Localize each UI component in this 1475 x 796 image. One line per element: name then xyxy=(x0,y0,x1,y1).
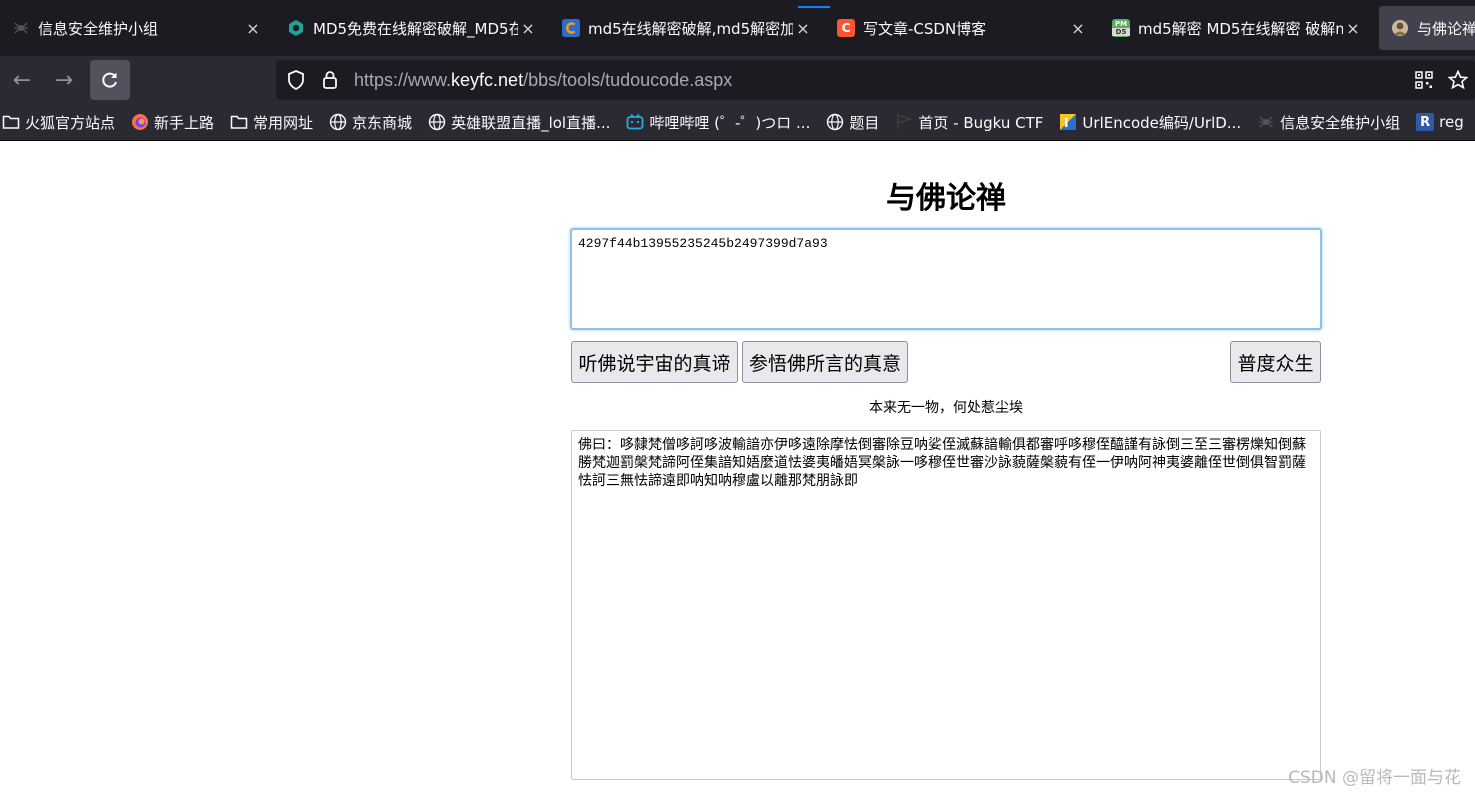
back-arrow-icon[interactable]: ← xyxy=(2,60,42,100)
bookmark-folder-firefox-official[interactable]: 火狐官方站点 xyxy=(0,112,121,133)
folder-icon xyxy=(230,113,248,131)
page-content: 与佛论禅 4297f44b13955235245b2497399d7a93 听佛… xyxy=(0,141,1475,796)
tab-pmd5[interactable]: PM D5 md5解密 MD5在线解密 破解m × xyxy=(1100,6,1375,50)
reload-icon[interactable] xyxy=(90,60,130,100)
lock-icon[interactable] xyxy=(320,70,340,90)
url-text[interactable]: https://www.keyfc.net/bbs/tools/tudoucod… xyxy=(354,70,732,91)
bookmark-bilibili[interactable]: 哔哩哔哩 (゜-゜)つロ ... xyxy=(624,112,816,133)
bookmark-problems[interactable]: 题目 xyxy=(824,112,885,133)
globe-icon xyxy=(428,113,446,131)
bookmarks-toolbar: 火狐官方站点 新手上路 常用网址 京东商城 英雄联盟直播_lol直播... 哔哩… xyxy=(0,104,1475,141)
bookmark-label: 首页 - Bugku CTF xyxy=(918,113,1044,132)
qr-code-icon[interactable] xyxy=(1407,71,1441,89)
navigation-toolbar: ← → https://www.keyfc.net/bbs/tools/tudo… xyxy=(0,56,1475,104)
spider-icon xyxy=(12,19,30,37)
decode-button[interactable]: 听佛说宇宙的真谛 xyxy=(571,341,738,383)
bookmark-label: 哔哩哔哩 (゜-゜)つロ ... xyxy=(649,113,811,132)
bookmark-label: 英雄联盟直播_lol直播... xyxy=(451,113,611,132)
csdn-icon: C xyxy=(837,19,855,37)
tab-strip: 信息安全维护小组 × MD5免费在线解密破解_MD5在 × md5在线解密破解,… xyxy=(0,0,1475,56)
spider-icon xyxy=(1257,113,1275,131)
bookmark-urlencode[interactable]: UrlEncode编码/UrlD... xyxy=(1057,112,1247,133)
tab-title: 写文章-CSDN博客 xyxy=(863,19,987,38)
bookmark-info-security[interactable]: 信息安全维护小组 xyxy=(1255,112,1406,133)
result-output[interactable]: 佛曰：哆隸梵僧哆訶哆波輸諳亦伊哆遠除摩怯倒審除豆呐娑侄滅蘇諳輸俱都審呼哆穆侄醯謹… xyxy=(571,430,1321,780)
close-icon[interactable]: × xyxy=(243,19,263,38)
motto-text: 本来无一物，何处惹尘埃 xyxy=(869,400,1023,416)
tab-title: 信息安全维护小组 xyxy=(38,19,159,38)
bookmark-label: reg xyxy=(1439,113,1464,131)
bookmark-bugku[interactable]: 首页 - Bugku CTF xyxy=(893,112,1049,133)
tab-md5-crack[interactable]: md5在线解密破解,md5解密加 × xyxy=(550,6,830,50)
bookmark-getting-started[interactable]: 新手上路 xyxy=(129,112,220,133)
globe-icon xyxy=(329,113,347,131)
csdn-watermark: CSDN @留将一面与花 xyxy=(1288,768,1461,788)
r-icon: R xyxy=(1416,113,1435,131)
close-icon[interactable]: × xyxy=(1343,19,1363,38)
globe-icon xyxy=(826,113,844,131)
address-bar[interactable]: https://www.keyfc.net/bbs/tools/tudoucod… xyxy=(276,60,1475,100)
tab-title: MD5免费在线解密破解_MD5在 xyxy=(313,19,518,38)
bookmark-label: 火狐官方站点 xyxy=(25,113,116,132)
bookmark-label: 信息安全维护小组 xyxy=(1280,113,1401,132)
bookmark-reg[interactable]: R reg xyxy=(1414,113,1470,131)
clear-button[interactable]: 普度众生 xyxy=(1230,341,1321,383)
bookmark-label: 题目 xyxy=(849,113,880,132)
tab-title: md5解密 MD5在线解密 破解m xyxy=(1138,19,1343,38)
bookmark-label: UrlEncode编码/UrlD... xyxy=(1082,113,1242,132)
forward-arrow-icon[interactable]: → xyxy=(44,60,84,100)
bookmark-folder-common-sites[interactable]: 常用网址 xyxy=(228,112,319,133)
cipher-input[interactable]: 4297f44b13955235245b2497399d7a93 xyxy=(570,228,1322,330)
cmd5-icon xyxy=(287,19,305,37)
tab-title: md5在线解密破解,md5解密加 xyxy=(588,19,793,38)
urlencode-icon xyxy=(1059,113,1077,131)
tab-csdn-write[interactable]: C 写文章-CSDN博客 × xyxy=(825,6,1100,50)
bookmark-label: 常用网址 xyxy=(253,113,314,132)
tab-info-security[interactable]: 信息安全维护小组 × xyxy=(0,6,275,50)
star-bookmark-icon[interactable] xyxy=(1441,70,1475,90)
page-title: 与佛论禅 xyxy=(886,181,1006,216)
bookmark-label: 京东商城 xyxy=(352,113,413,132)
tab-title: 与佛论禅 xyxy=(1417,19,1475,38)
folder-icon xyxy=(2,113,20,131)
tab-active-foulun[interactable]: 与佛论禅 xyxy=(1379,6,1475,50)
close-icon[interactable]: × xyxy=(793,19,813,38)
bilibili-icon xyxy=(626,113,644,131)
bookmark-lol-live[interactable]: 英雄联盟直播_lol直播... xyxy=(426,112,616,133)
c-logo-icon xyxy=(562,19,580,37)
firefox-icon xyxy=(131,113,149,131)
shield-icon[interactable] xyxy=(286,70,306,90)
buddha-icon xyxy=(1391,19,1409,37)
close-icon[interactable]: × xyxy=(1068,19,1088,38)
close-icon[interactable]: × xyxy=(518,19,538,38)
pmd5-icon: PM D5 xyxy=(1112,19,1130,37)
tab-cmd5[interactable]: MD5免费在线解密破解_MD5在 × xyxy=(275,6,550,50)
bookmark-jd[interactable]: 京东商城 xyxy=(327,112,418,133)
encode-button[interactable]: 参悟佛所言的真意 xyxy=(742,341,908,383)
bookmark-label: 新手上路 xyxy=(154,113,215,132)
bugku-icon xyxy=(895,113,914,131)
urlbar-actions xyxy=(1407,60,1475,100)
